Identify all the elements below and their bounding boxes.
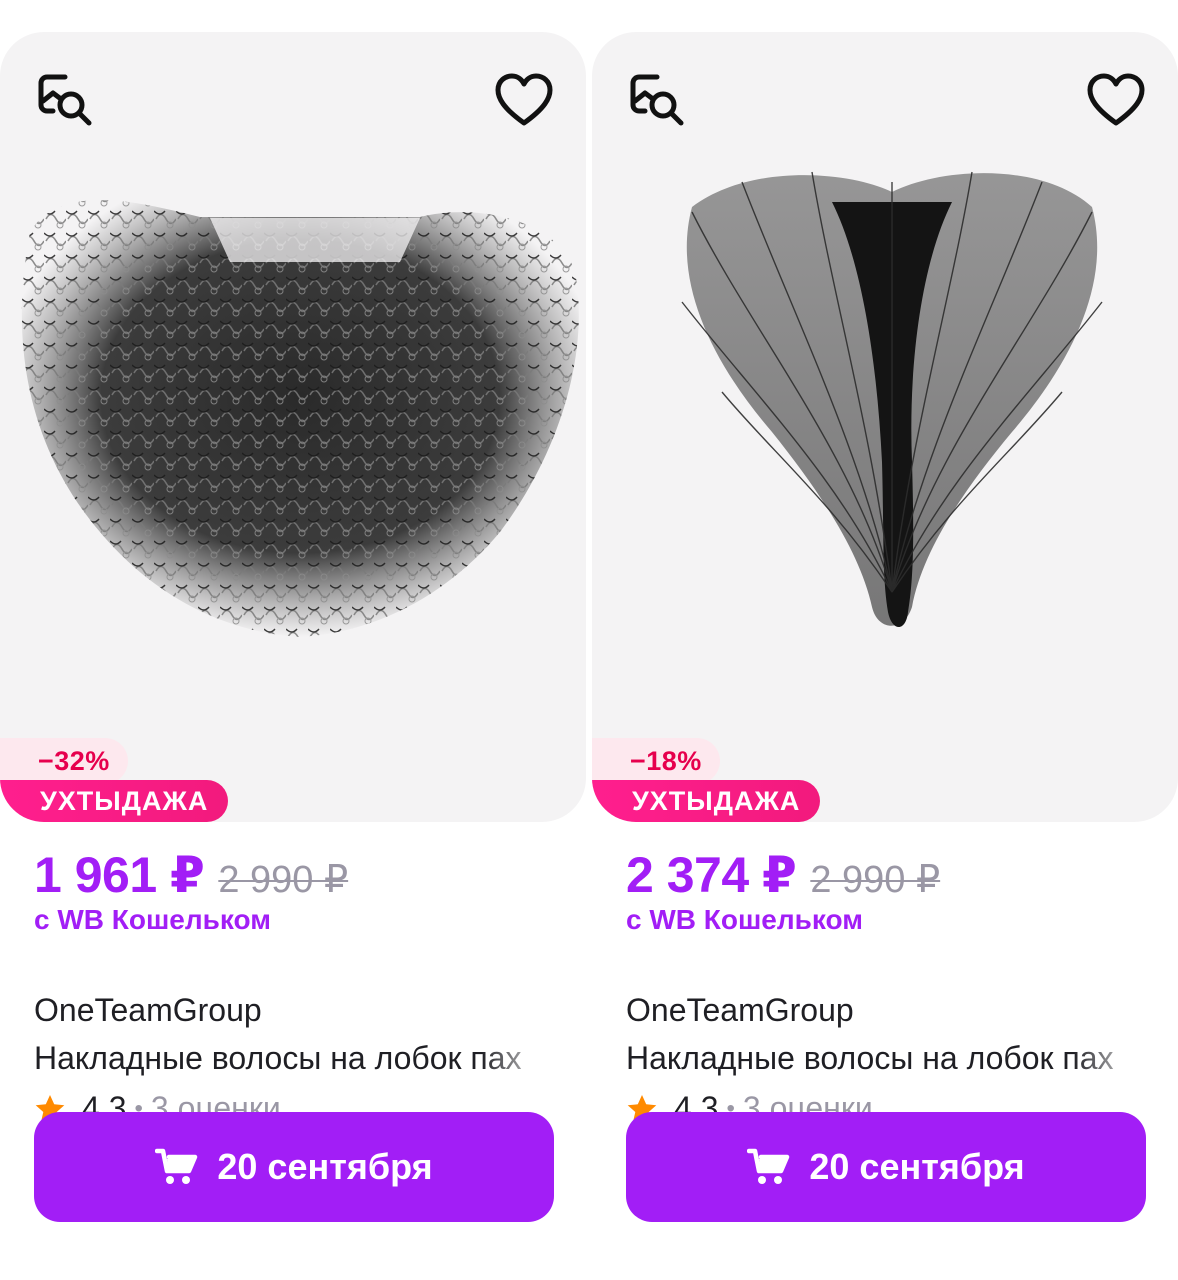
product-image[interactable]: −18% УХТЫДАЖА — [592, 32, 1178, 822]
promo-badge: УХТЫДАЖА — [592, 780, 821, 822]
product-photo — [21, 200, 579, 637]
wallet-note: с WB Кошельком — [34, 904, 271, 935]
product-image[interactable]: −32% УХТЫДАЖА — [0, 32, 586, 822]
wallet-note: с WB Кошельком — [626, 904, 863, 935]
add-to-cart-button[interactable]: 20 сентября — [626, 1112, 1146, 1222]
brand-name[interactable]: OneTeamGroup — [626, 992, 854, 1029]
product-title[interactable]: Накладные волосы на лобок пах — [34, 1040, 554, 1077]
brand-name[interactable]: OneTeamGroup — [34, 992, 262, 1029]
heart-icon[interactable] — [492, 68, 556, 132]
price-row: 1 961 ₽ 2 990 ₽ — [34, 846, 348, 904]
current-price: 1 961 ₽ — [34, 847, 205, 903]
image-search-icon[interactable] — [624, 68, 688, 132]
product-card[interactable]: −18% УХТЫДАЖА 2 374 ₽ 2 990 ₽ с WB Кошел… — [592, 32, 1178, 1232]
current-price: 2 374 ₽ — [626, 847, 797, 903]
heart-icon[interactable] — [1084, 68, 1148, 132]
price-row: 2 374 ₽ 2 990 ₽ — [626, 846, 940, 904]
delivery-date: 20 сентября — [809, 1146, 1025, 1187]
image-search-icon[interactable] — [32, 68, 96, 132]
add-to-cart-button[interactable]: 20 сентября — [34, 1112, 554, 1222]
cart-icon — [155, 1148, 198, 1184]
old-price: 2 990 ₽ — [218, 859, 349, 901]
cart-icon — [747, 1148, 790, 1184]
old-price: 2 990 ₽ — [810, 859, 941, 901]
product-title[interactable]: Накладные волосы на лобок пах — [626, 1040, 1146, 1077]
product-photo — [681, 171, 1103, 627]
discount-badge: −18% — [592, 738, 720, 784]
promo-badge: УХТЫДАЖА — [0, 780, 229, 822]
discount-badge: −32% — [0, 738, 128, 784]
delivery-date: 20 сентября — [217, 1146, 433, 1187]
product-card[interactable]: −32% УХТЫДАЖА 1 961 ₽ 2 990 ₽ с WB Кошел… — [0, 32, 586, 1232]
